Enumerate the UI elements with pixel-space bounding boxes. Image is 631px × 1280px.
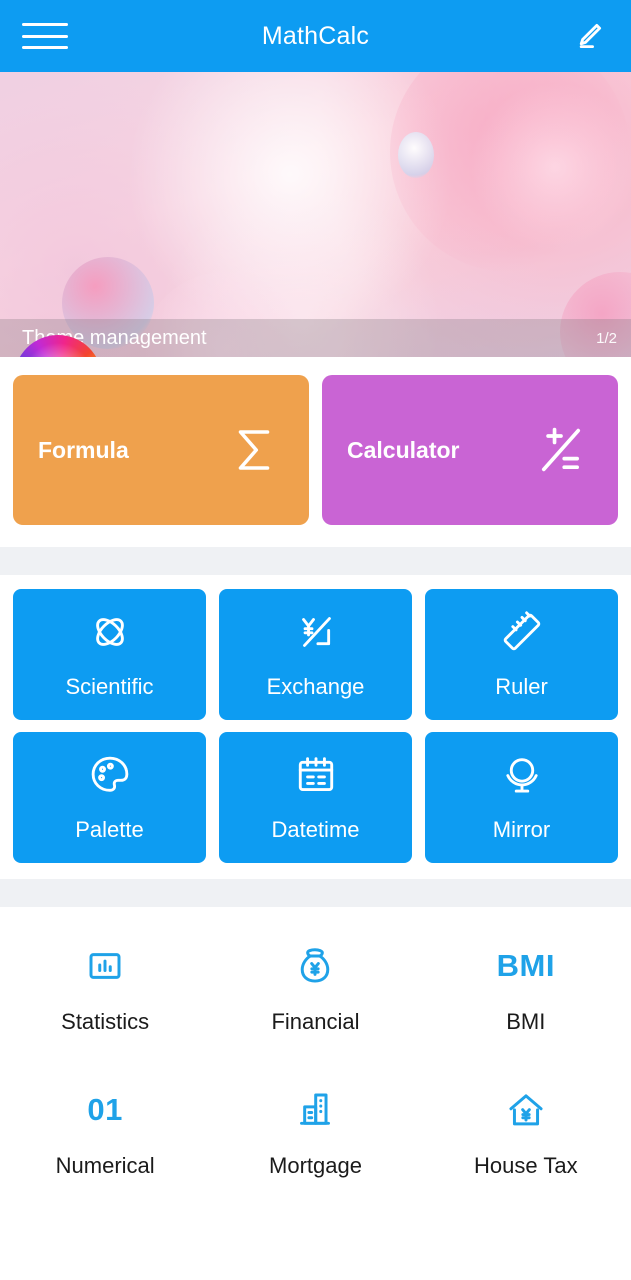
calculator-icon-grid: Statistics Financial BMI BMI 01 Numerica… [0,907,631,1179]
feature-card-label: Formula [38,436,129,463]
tile-label: Ruler [495,674,548,699]
bmi-text-icon: BMI [497,943,555,989]
section-separator [0,879,631,907]
numerical-text: 01 [87,1092,123,1127]
money-bag-icon [294,943,336,989]
section-separator [0,547,631,575]
icon-item-label: Numerical [55,1153,155,1178]
feature-card-calculator[interactable]: Calculator [322,375,618,525]
icon-item-label: BMI [506,1009,546,1034]
tile-label: Datetime [271,817,360,842]
banner-caption-bar: Theme management 1/2 [0,319,631,357]
tile-datetime[interactable]: Datetime [219,732,412,863]
building-icon [294,1087,336,1133]
zero-one-text-icon: 01 [87,1087,122,1133]
icon-item-label: House Tax [474,1153,578,1178]
feature-card-row: Formula Calculator [0,357,631,547]
bokeh-circle [470,82,631,252]
atom-icon [87,609,133,660]
icon-item-bmi[interactable]: BMI BMI [421,943,631,1035]
hamburger-line [22,46,68,49]
bar-chart-icon [84,943,126,989]
tile-mirror[interactable]: Mirror [425,732,618,863]
icon-item-house-tax[interactable]: House Tax [421,1087,631,1179]
app-header: MathCalc [0,0,631,72]
icon-item-financial[interactable]: Financial [210,943,420,1035]
ruler-icon [499,609,545,660]
tile-label: Mirror [492,817,551,842]
feature-card-label: Calculator [347,436,460,463]
icon-item-label: Mortgage [269,1153,362,1178]
page-title: MathCalc [261,21,370,50]
tile-label: Scientific [65,674,154,699]
icon-item-label: Financial [271,1009,360,1034]
tile-label: Exchange [266,674,365,699]
bmi-text: BMI [496,948,555,983]
calendar-icon [293,752,339,803]
hamburger-line [22,23,68,26]
pencil-edit-icon[interactable] [569,16,609,56]
icon-item-mortgage[interactable]: Mortgage [210,1087,420,1179]
icon-item-label: Statistics [61,1009,150,1034]
theme-banner[interactable]: Theme management 1/2 [0,72,631,357]
tile-label: Palette [75,817,144,842]
tool-tile-grid: Scientific Exchange Ruler Palette Dateti… [0,575,631,879]
tile-scientific[interactable]: Scientific [13,589,206,720]
vanity-mirror-icon [499,752,545,803]
paint-palette-icon [87,752,133,803]
icon-item-numerical[interactable]: 01 Numerical [0,1087,210,1179]
house-yen-icon [505,1087,547,1133]
hamburger-line [22,34,68,38]
feature-card-formula[interactable]: Formula [13,375,309,525]
hamburger-menu-icon[interactable] [22,19,68,53]
sigma-icon [227,422,281,478]
bokeh-circle [398,132,434,178]
tile-ruler[interactable]: Ruler [425,589,618,720]
icon-item-statistics[interactable]: Statistics [0,943,210,1035]
plus-minus-equals-icon [532,422,590,478]
tile-exchange[interactable]: Exchange [219,589,412,720]
banner-page-indicator: 1/2 [596,329,617,347]
currency-exchange-icon [293,609,339,660]
tile-palette[interactable]: Palette [13,732,206,863]
